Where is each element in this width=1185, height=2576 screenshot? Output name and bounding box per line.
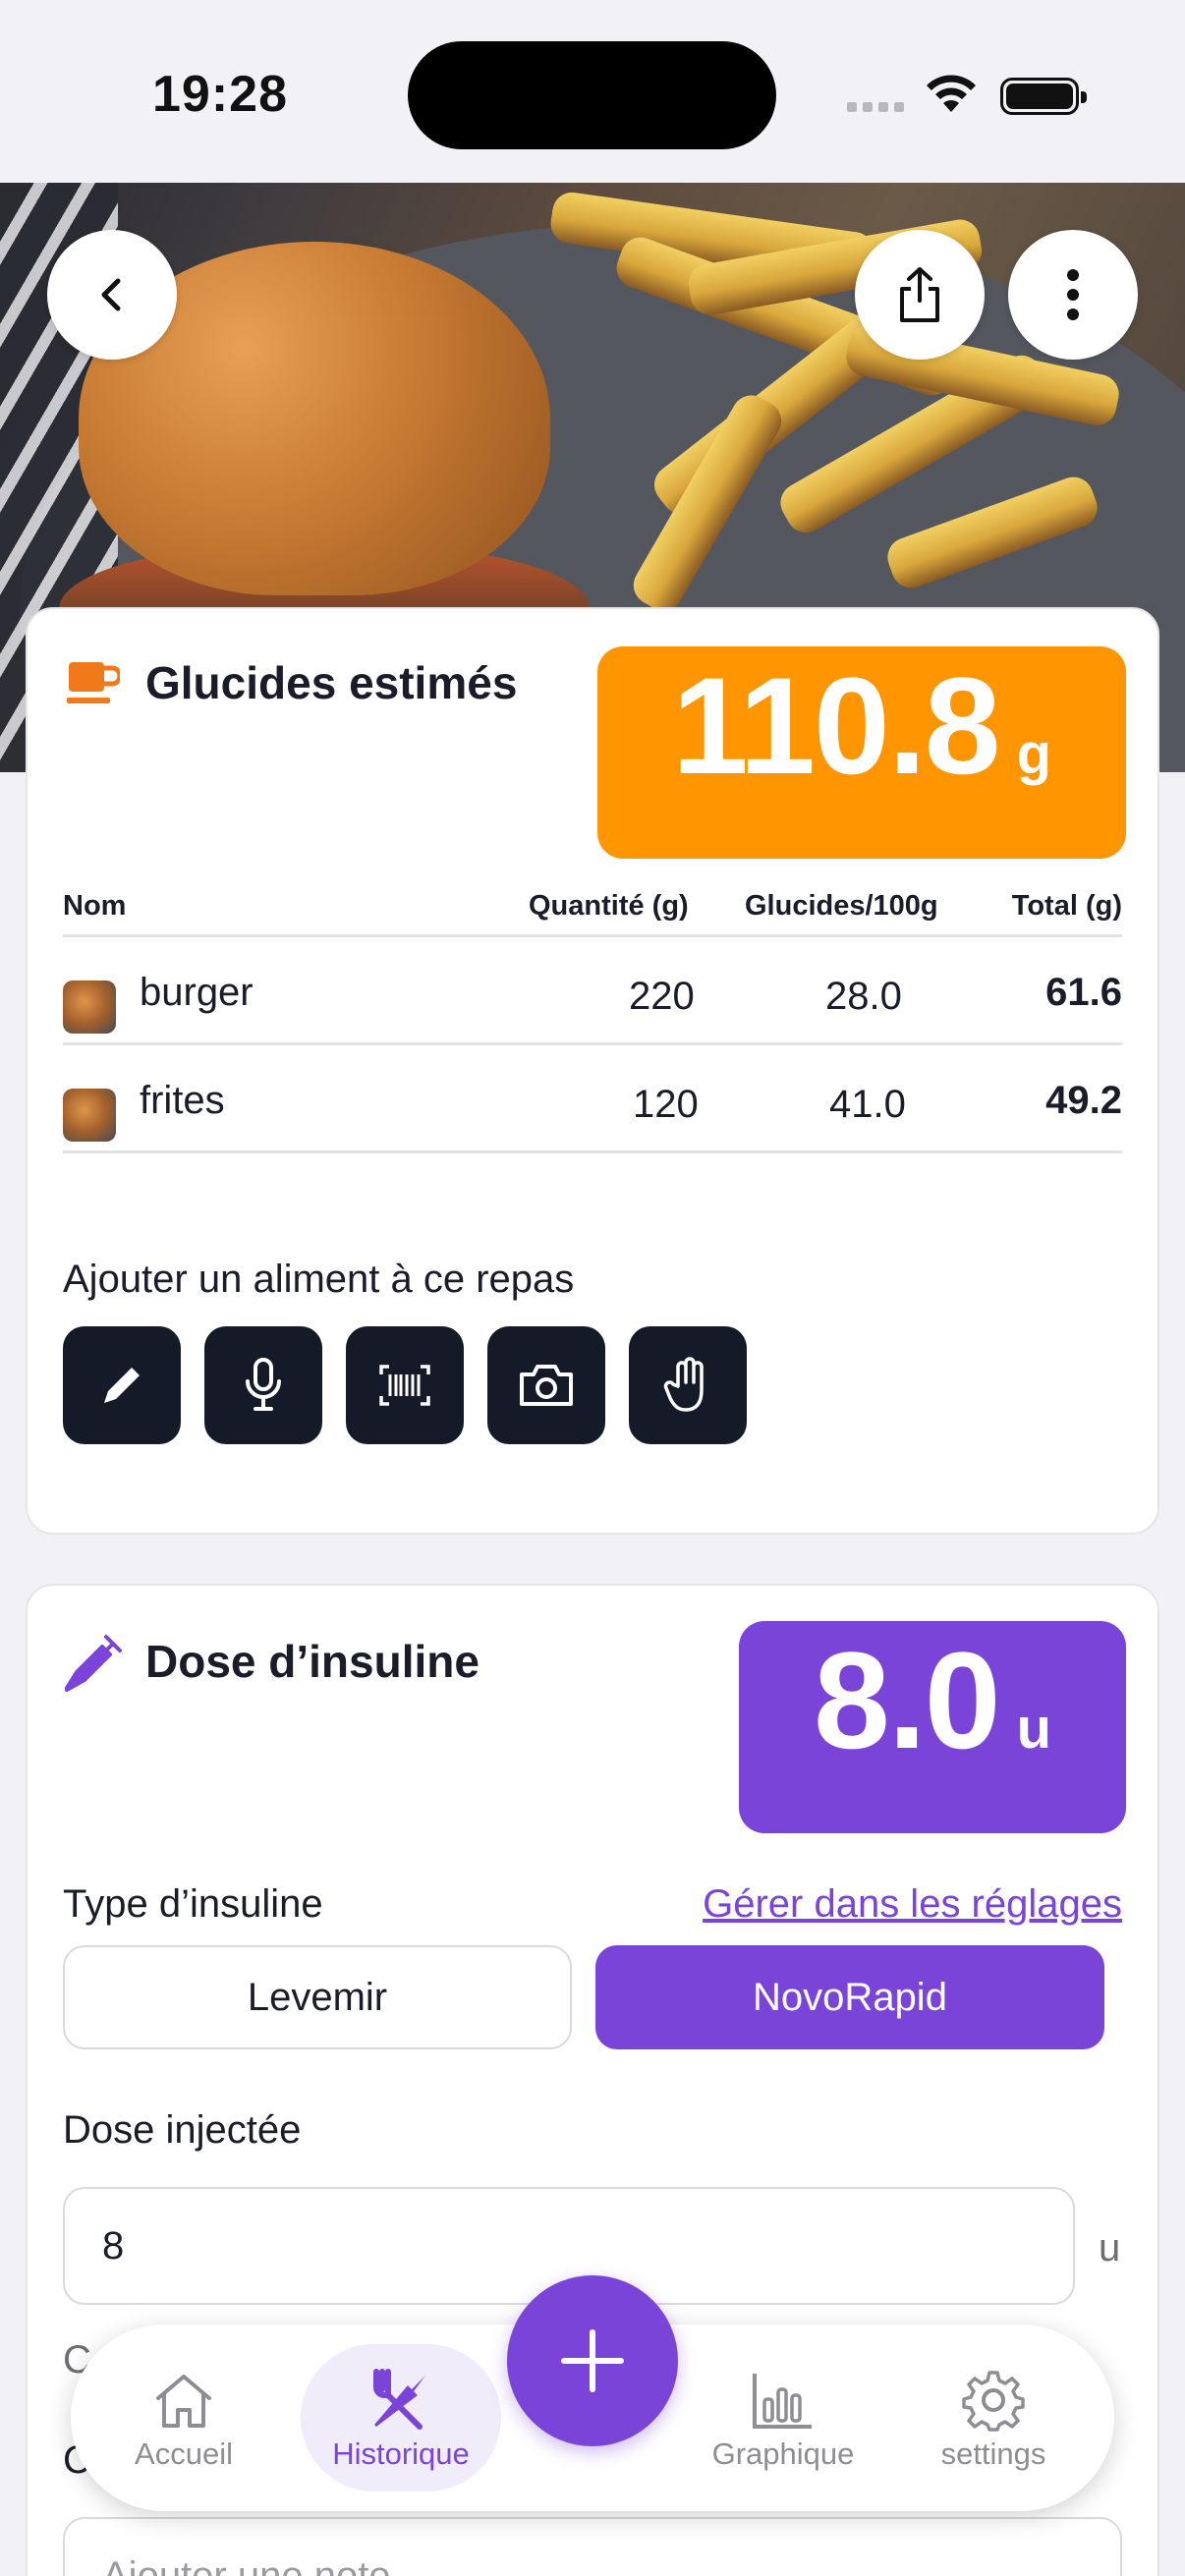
tab-label: Graphique (711, 2436, 855, 2471)
bar-chart-icon (753, 2374, 812, 2429)
tab-graphique[interactable]: Graphique (700, 2344, 867, 2492)
insulin-dose-value: 8.0 (813, 1623, 1001, 1777)
insulin-title: Dose d’insuline (145, 1636, 480, 1687)
food-quantity: 120 (633, 1083, 699, 1126)
battery-icon (1000, 78, 1087, 115)
injected-dose-label: Dose injectée (63, 2108, 302, 2152)
tab-label: Historique (332, 2436, 470, 2471)
fork-knife-icon (373, 2369, 425, 2430)
cup-icon (67, 662, 120, 703)
status-bar: 19:28 (0, 0, 1185, 183)
add-food-label: Ajouter un aliment à ce repas (63, 1258, 575, 1301)
gear-icon (962, 2371, 1025, 2432)
status-time: 19:28 (152, 66, 288, 123)
chevron-left-icon (101, 278, 121, 311)
injected-dose-unit: u (1099, 2226, 1121, 2269)
col-quantity: Quantité (g) (529, 890, 689, 922)
col-name: Nom (63, 890, 127, 922)
dynamic-island (408, 41, 776, 149)
note-input[interactable]: Ajouter une note (63, 2517, 1122, 2576)
insulin-dose-unit: u (1016, 1697, 1052, 1761)
tab-accueil[interactable]: Accueil (110, 2344, 257, 2492)
food-carbs-per-100g: 41.0 (829, 1083, 906, 1126)
tab-label: Accueil (135, 2436, 233, 2471)
wifi-icon (927, 75, 976, 112)
add-gesture-button[interactable] (629, 1326, 747, 1444)
pencil-icon (104, 1368, 140, 1403)
more-options-button[interactable] (1008, 230, 1138, 360)
food-thumbnail (63, 1089, 116, 1142)
hand-icon (663, 1357, 704, 1412)
manage-settings-link[interactable]: Gérer dans les réglages (703, 1882, 1122, 1927)
insulin-type-label: Type d’insuline (63, 1882, 323, 1926)
food-total: 49.2 (1045, 1079, 1122, 1122)
food-table-header: Nom Quantité (g) Glucides/100g Total (g) (63, 878, 1122, 937)
insulin-dose-badge: 8.0 u (739, 1621, 1126, 1833)
syringe-icon (65, 1635, 122, 1692)
add-barcode-button[interactable] (346, 1326, 464, 1444)
add-meal-button[interactable] (507, 2275, 678, 2446)
share-button[interactable] (855, 230, 985, 360)
note-placeholder: Ajouter une note (102, 2553, 391, 2576)
more-vertical-icon (1067, 269, 1079, 320)
food-name: frites (140, 1079, 225, 1122)
camera-icon (520, 1365, 573, 1406)
add-voice-button[interactable] (204, 1326, 322, 1444)
food-thumbnail (63, 980, 116, 1034)
table-row[interactable]: frites 120 41.0 49.2 (63, 1045, 1122, 1153)
carbs-total-unit: g (1016, 722, 1052, 786)
food-carbs-per-100g: 28.0 (825, 975, 902, 1018)
insulin-type-novorapid[interactable]: NovoRapid (595, 1945, 1104, 2049)
carbs-total-badge: 110.8 g (597, 646, 1126, 859)
carbs-total-value: 110.8 (671, 648, 1001, 803)
col-total: Total (g) (1011, 890, 1122, 922)
tab-label: settings (940, 2436, 1046, 2471)
food-total: 61.6 (1045, 971, 1122, 1014)
cellular-signal-icon (847, 102, 904, 112)
food-quantity: 220 (629, 975, 695, 1018)
carbs-title: Glucides estimés (145, 657, 518, 708)
barcode-icon (379, 1365, 430, 1406)
col-carbs-per-100g: Glucides/100g (745, 890, 938, 922)
insulin-type-levemir[interactable]: Levemir (63, 1945, 572, 2049)
home-icon (156, 2375, 211, 2428)
food-name: burger (140, 971, 254, 1014)
carbs-card: Glucides estimés 110.8 g Nom Quantité (g… (26, 607, 1159, 1535)
table-row[interactable]: burger 220 28.0 61.6 (63, 937, 1122, 1045)
plus-icon (561, 2329, 624, 2392)
microphone-icon (246, 1358, 281, 1411)
add-manual-button[interactable] (63, 1326, 181, 1444)
share-icon (900, 267, 939, 322)
tab-settings[interactable]: settings (920, 2344, 1067, 2492)
tab-historique[interactable]: Historique (301, 2344, 501, 2492)
back-button[interactable] (47, 230, 177, 360)
injected-dose-value: 8 (102, 2223, 125, 2268)
add-photo-button[interactable] (487, 1326, 605, 1444)
